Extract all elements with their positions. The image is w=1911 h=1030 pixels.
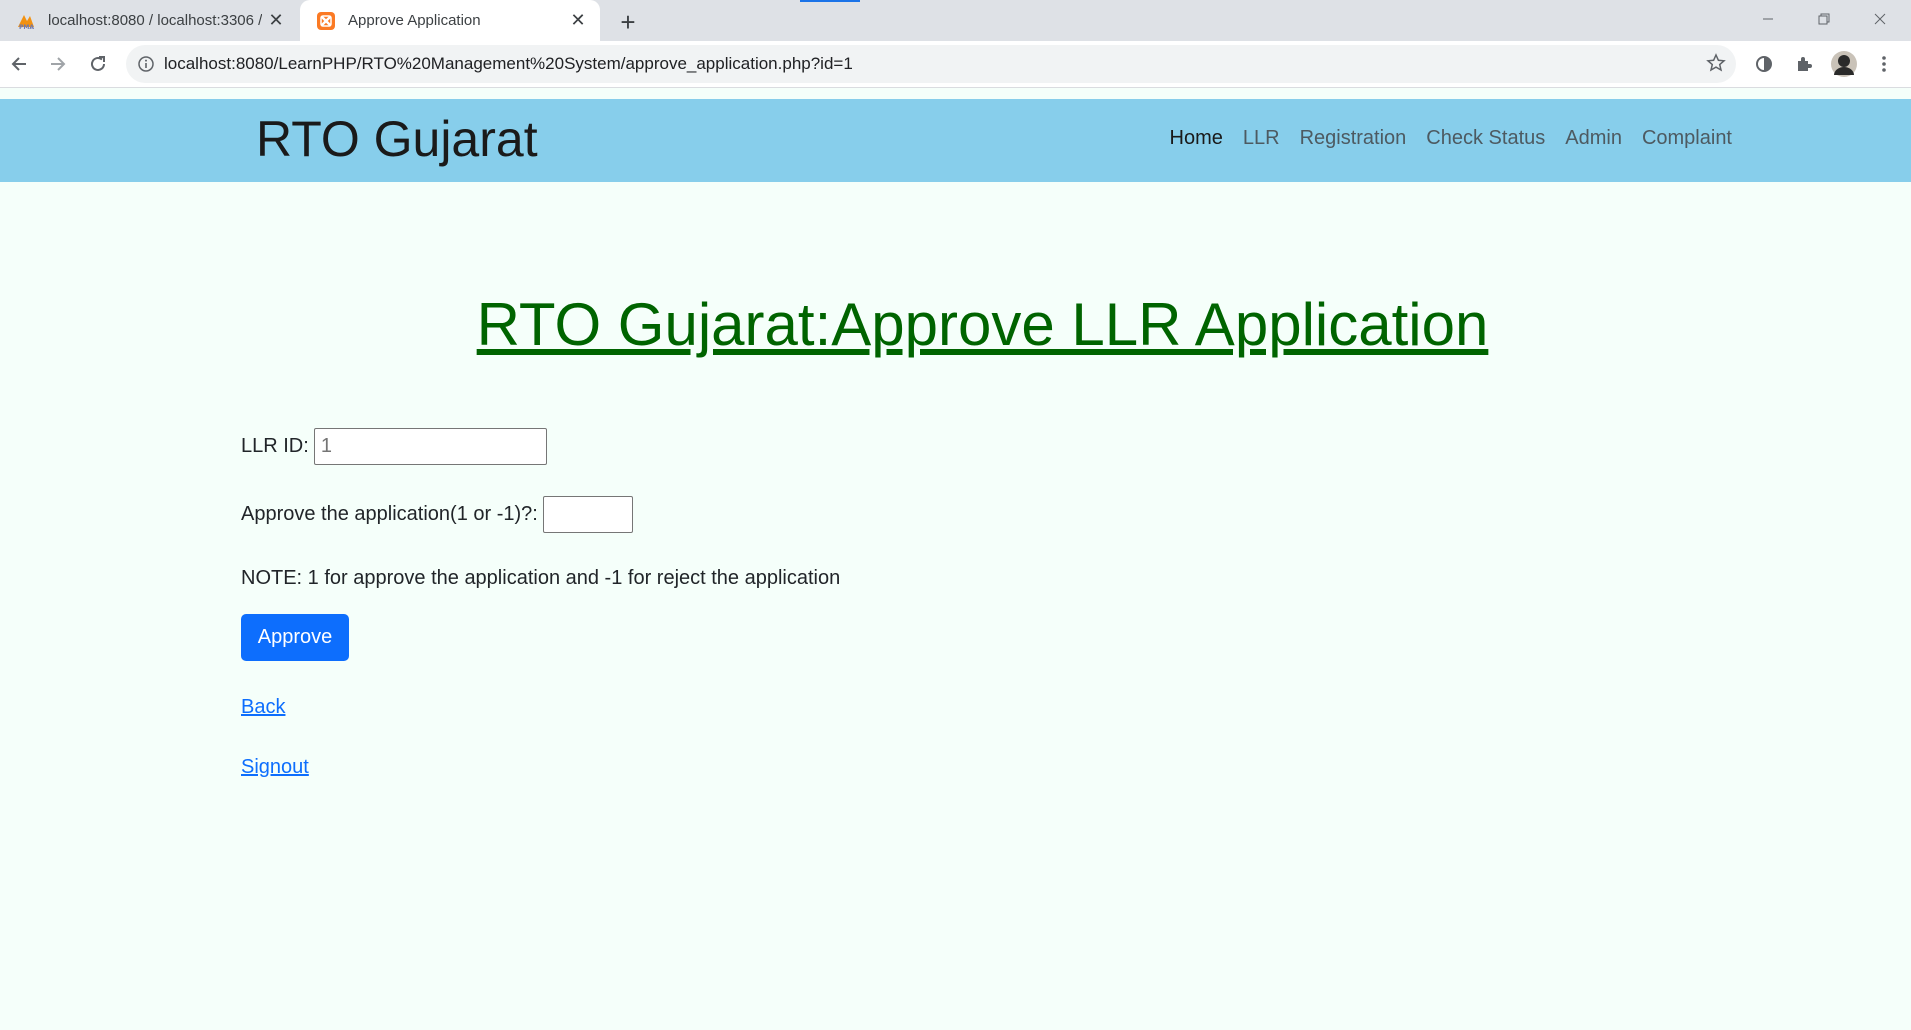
browser-tab-phpmyadmin[interactable]: PMA localhost:8080 / localhost:3306 / ✕ xyxy=(0,0,298,41)
minimize-icon[interactable] xyxy=(1745,4,1791,34)
note-text: NOTE: 1 for approve the application and … xyxy=(241,567,841,589)
close-tab-icon[interactable]: ✕ xyxy=(564,7,592,35)
browser-tab-bar: PMA localhost:8080 / localhost:3306 / ✕ … xyxy=(0,0,1911,41)
tab-title: localhost:8080 / localhost:3306 / xyxy=(48,12,263,29)
puzzle-extensions-icon[interactable] xyxy=(1789,49,1819,79)
bookmark-star-icon[interactable] xyxy=(1706,53,1726,73)
llr-id-input[interactable] xyxy=(313,428,547,465)
approve-row: Approve the application(1 or -1)?: xyxy=(241,496,633,533)
close-tab-icon[interactable]: ✕ xyxy=(262,7,290,35)
approve-button[interactable]: Approve xyxy=(241,614,349,661)
browser-toolbar: localhost:8080/LearnPHP/RTO%20Management… xyxy=(0,41,1911,88)
reload-icon[interactable] xyxy=(81,47,115,81)
site-info-icon[interactable] xyxy=(138,56,154,72)
approve-field-label: Approve the application(1 or -1)?: xyxy=(241,503,538,525)
nav-complaint[interactable]: Complaint xyxy=(1632,123,1742,154)
back-link[interactable]: Back xyxy=(241,696,285,719)
nav-home[interactable]: Home xyxy=(1160,123,1233,154)
signout-link[interactable]: Signout xyxy=(241,756,309,779)
extension-circle-icon[interactable] xyxy=(1749,49,1779,79)
browser-tab-approve-application[interactable]: Approve Application ✕ xyxy=(300,0,600,41)
nav-admin[interactable]: Admin xyxy=(1555,123,1632,154)
url-text: localhost:8080/LearnPHP/RTO%20Management… xyxy=(164,54,853,73)
address-bar[interactable]: localhost:8080/LearnPHP/RTO%20Management… xyxy=(126,45,1736,83)
nav-llr[interactable]: LLR xyxy=(1233,123,1290,154)
kebab-menu-icon[interactable] xyxy=(1869,49,1899,79)
llr-id-row: LLR ID: xyxy=(241,428,547,465)
tab-title: Approve Application xyxy=(348,12,481,29)
llr-id-label: LLR ID: xyxy=(241,435,309,457)
page-title: RTO Gujarat:Approve LLR Application xyxy=(476,291,1489,358)
forward-arrow-icon[interactable] xyxy=(41,47,75,81)
avatar[interactable] xyxy=(1829,49,1859,79)
main-content: RTO Gujarat:Approve LLR Application LLR … xyxy=(0,182,1911,1030)
back-arrow-icon[interactable] xyxy=(2,47,36,81)
nav-check-status[interactable]: Check Status xyxy=(1416,123,1555,154)
approve-input[interactable] xyxy=(542,496,633,533)
tab-strip-indicator xyxy=(800,0,860,2)
main-nav: Home LLR Registration Check Status Admin… xyxy=(1160,123,1742,154)
site-header: RTO Gujarat Home LLR Registration Check … xyxy=(0,99,1911,182)
close-window-icon[interactable] xyxy=(1857,4,1903,34)
xampp-icon xyxy=(317,11,335,30)
restore-icon[interactable] xyxy=(1801,4,1847,34)
phpmyadmin-icon: PMA xyxy=(18,14,34,31)
site-brand[interactable]: RTO Gujarat xyxy=(256,107,538,172)
nav-registration[interactable]: Registration xyxy=(1290,123,1417,154)
svg-text:PMA: PMA xyxy=(19,24,34,31)
new-tab-button[interactable]: + xyxy=(612,6,644,38)
